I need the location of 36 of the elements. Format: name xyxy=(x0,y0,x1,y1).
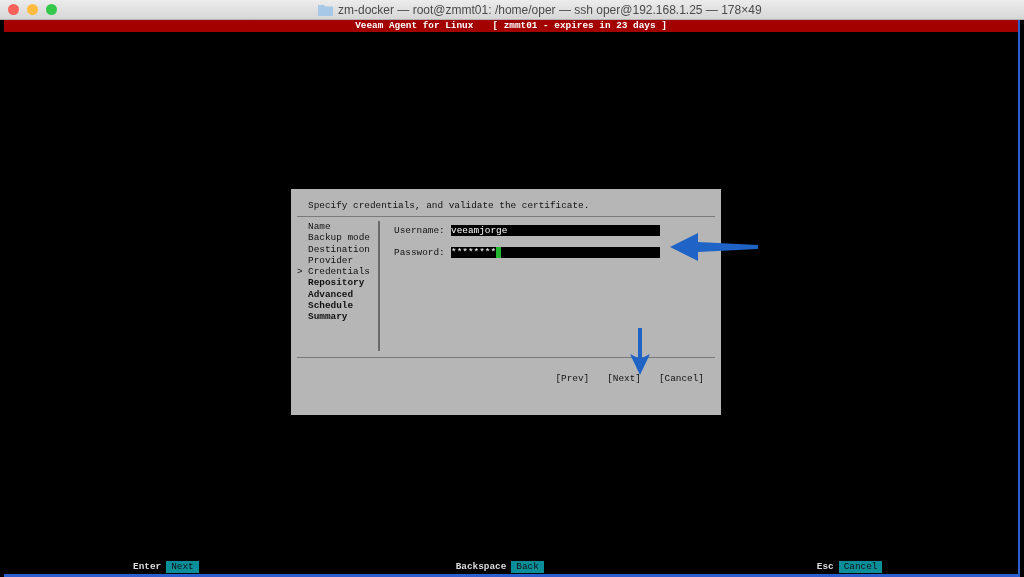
wizard-prompt: Specify credentials, and validate the certificate. xyxy=(307,199,591,213)
input-field[interactable]: veeamjorge xyxy=(451,225,660,236)
hotkey: Esc xyxy=(816,561,834,573)
field-value: veeamjorge xyxy=(451,225,508,236)
arrow-icon xyxy=(668,230,760,264)
app-title: Veeam Agent for Linux xyxy=(355,20,474,32)
hotkey: Backspace xyxy=(455,561,507,573)
zoom-button[interactable] xyxy=(46,4,57,15)
arrow-icon xyxy=(628,328,652,376)
field-label: Username: xyxy=(394,225,446,236)
license-info: [ zmmt01 - expires in 23 days ] xyxy=(492,20,667,32)
close-button[interactable] xyxy=(8,4,19,15)
current-step-marker: > xyxy=(297,266,304,278)
wizard-button[interactable]: [Cancel] xyxy=(659,373,704,384)
wizard-step: Destination xyxy=(308,243,370,255)
text-cursor xyxy=(496,247,501,258)
wizard-step: Schedule xyxy=(308,300,353,312)
wizard-button[interactable]: [Next] xyxy=(607,373,641,384)
window-title: zm-docker — root@zmmt01: /home/oper — ssh oper@192.168.1.25 — 178×49 xyxy=(338,2,762,17)
wizard-step: Provider xyxy=(308,254,353,267)
wizard-step: Advanced xyxy=(308,288,353,301)
field-label: Password: xyxy=(394,247,446,258)
wizard-button[interactable]: [Prev] xyxy=(555,373,590,384)
hotkey-action[interactable]: Back xyxy=(511,561,544,573)
field-value: ******** xyxy=(451,247,496,258)
wizard-step: Summary xyxy=(308,311,348,323)
minimize-button[interactable] xyxy=(27,4,38,15)
wizard-step: Name xyxy=(308,221,331,233)
input-field[interactable]: ******** xyxy=(451,247,660,258)
wizard-step: Repository xyxy=(308,277,365,289)
hotkey-action[interactable]: Next xyxy=(166,561,199,573)
hotkey: Enter xyxy=(133,561,162,573)
hotkey-action[interactable]: Cancel xyxy=(838,561,883,573)
folder-icon xyxy=(318,3,333,16)
wizard-step: Credentials xyxy=(308,266,370,278)
wizard-step: Backup mode xyxy=(308,232,370,244)
